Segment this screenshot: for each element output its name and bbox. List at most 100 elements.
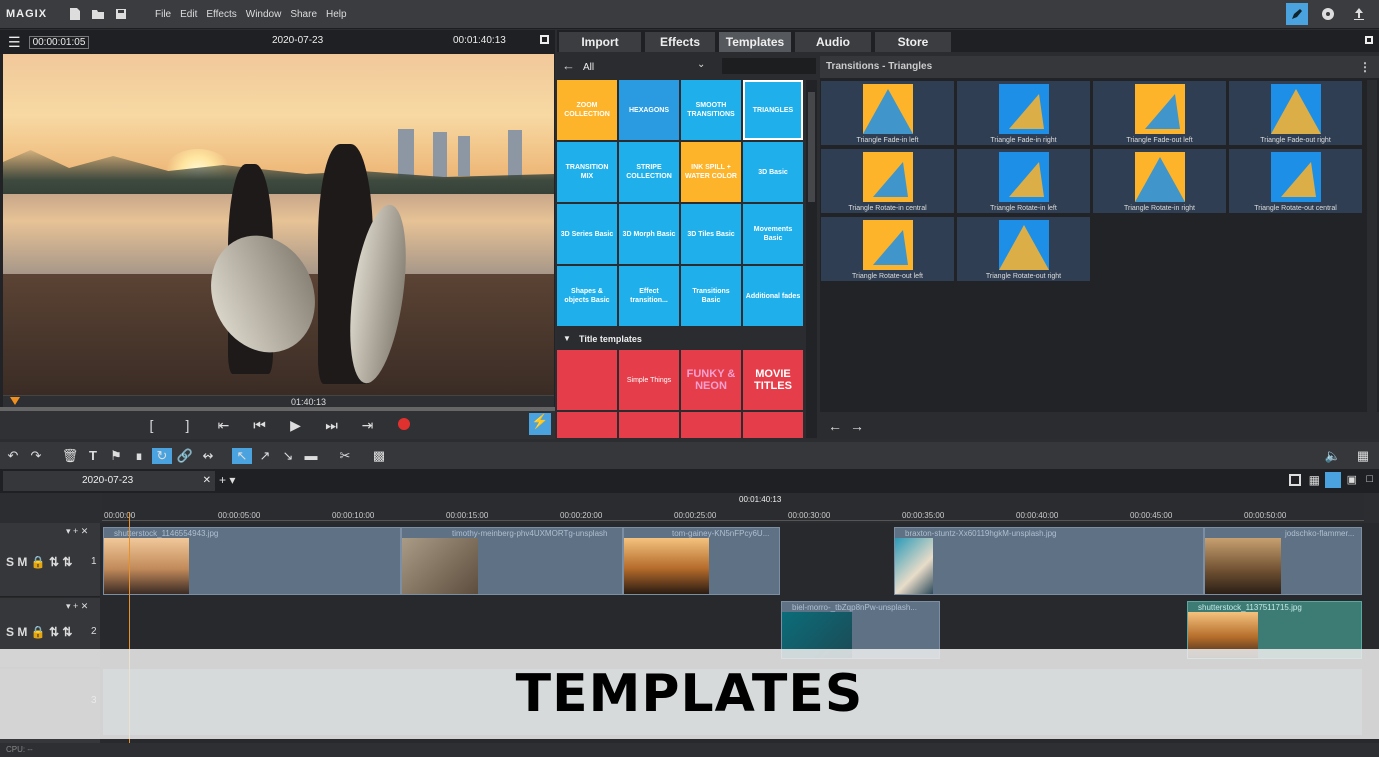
transition-thumb[interactable]: Triangle Rotate-in left xyxy=(957,149,1090,213)
tile-funky-neon[interactable]: FUNKY & NEON xyxy=(681,350,741,410)
close-tab-icon[interactable]: ✕ xyxy=(203,471,211,491)
nav-forward-icon[interactable]: → xyxy=(850,418,864,434)
tile-3d-morph-basic[interactable]: 3D Morph Basic xyxy=(619,204,679,264)
tile-title-5[interactable] xyxy=(557,412,617,438)
transition-thumb[interactable]: Triangle Rotate-out left xyxy=(821,217,954,281)
transition-thumb[interactable]: Triangle Rotate-out right xyxy=(957,217,1090,281)
next-frame-button[interactable]: ⏭ xyxy=(322,417,342,434)
menu-help[interactable]: Help xyxy=(326,9,347,20)
chevron-down-icon[interactable]: ⌄ xyxy=(697,59,705,70)
track-solo-mute-2[interactable]: S M 🔒 ⇅ ⇅ xyxy=(6,625,72,639)
mark-in-button[interactable]: [ xyxy=(142,417,162,433)
tile-3d-series-basic[interactable]: 3D Series Basic xyxy=(557,204,617,264)
layout-grid-icon[interactable]: ▦ xyxy=(1309,473,1320,487)
transition-thumb[interactable]: Triangle Rotate-out central xyxy=(1229,149,1362,213)
multi-select-icon[interactable]: ↗ xyxy=(255,448,275,464)
transition-thumb[interactable]: Triangle Fade-out left xyxy=(1093,81,1226,145)
clip-timothy-meinberg[interactable]: timothy-meinberg-phv4UXMORTg-unsplash xyxy=(401,527,623,595)
delete-icon[interactable]: 🗑 xyxy=(60,448,80,464)
tile-smooth-transitions[interactable]: SMOOTH TRANSITIONS xyxy=(681,80,741,140)
marker-flag-icon[interactable]: ⚑ xyxy=(106,448,126,464)
mixer-icon[interactable]: ▦ xyxy=(1353,448,1373,464)
tab-import[interactable]: Import xyxy=(559,32,641,52)
thumbnail-scrollbar[interactable] xyxy=(1367,80,1377,412)
tile-triangles[interactable]: TRIANGLES xyxy=(743,80,803,140)
text-icon[interactable]: T xyxy=(83,448,103,463)
tile-3d-basic[interactable]: 3D Basic xyxy=(743,142,803,202)
tab-audio[interactable]: Audio xyxy=(795,32,871,52)
layout-storyboard-icon[interactable]: ▣ xyxy=(1347,473,1357,486)
clip-tom-gainey[interactable]: tom-gainey-KN5nFPcy6U... xyxy=(623,527,780,595)
add-tab-icon[interactable]: + ▾ xyxy=(219,473,235,487)
mark-out-button[interactable]: ] xyxy=(178,417,198,433)
split-icon[interactable]: ∎ xyxy=(129,448,149,464)
open-folder-icon[interactable] xyxy=(89,5,107,23)
tile-hexagons[interactable]: HEXAGONS xyxy=(619,80,679,140)
tile-title-8[interactable] xyxy=(743,412,803,438)
volume-icon[interactable]: 🔈 xyxy=(1323,448,1343,464)
menu-file[interactable]: File xyxy=(155,9,171,20)
jump-to-start-button[interactable]: ⇤ xyxy=(214,417,234,434)
track-controls-1[interactable]: ▾ + ✕ xyxy=(66,526,88,537)
transition-thumb[interactable]: Triangle Fade-out right xyxy=(1229,81,1362,145)
tile-title-7[interactable] xyxy=(681,412,741,438)
play-button[interactable]: ▶ xyxy=(286,417,306,434)
menu-effects[interactable]: Effects xyxy=(206,9,236,20)
position-marker[interactable] xyxy=(10,397,20,405)
maximize-pool-icon[interactable] xyxy=(1365,36,1373,44)
tile-title-6[interactable] xyxy=(619,412,679,438)
tile-additional-fades[interactable]: Additional fades xyxy=(743,266,803,326)
transition-thumb[interactable]: Triangle Rotate-in central xyxy=(821,149,954,213)
layout-extra-icon[interactable]: □ xyxy=(1366,473,1373,485)
tile-stripe-collection[interactable]: STRIPE COLLECTION xyxy=(619,142,679,202)
record-button[interactable] xyxy=(394,417,414,433)
back-arrow-icon[interactable]: ← xyxy=(562,58,575,73)
category-dropdown[interactable]: All xyxy=(583,62,713,73)
tile-simple-things[interactable]: Simple Things xyxy=(619,350,679,410)
menu-edit[interactable]: Edit xyxy=(180,9,197,20)
tab-templates[interactable]: Templates xyxy=(719,32,791,52)
tile-title-badge[interactable] xyxy=(557,350,617,410)
maximize-preview-icon[interactable] xyxy=(540,35,549,44)
link-icon[interactable]: 🔗 xyxy=(175,448,195,464)
clip-jodschko-flammer[interactable]: jodschko-flammer... xyxy=(1204,527,1362,595)
disc-icon[interactable] xyxy=(1317,3,1339,25)
tile-ink-spill[interactable]: INK SPILL + WATER COLOR xyxy=(681,142,741,202)
tile-movie-titles[interactable]: MOVIE TITLES xyxy=(743,350,803,410)
layout-timeline-icon[interactable] xyxy=(1325,472,1341,488)
pointer-tool-icon[interactable]: ↖ xyxy=(232,447,252,464)
layout-single-icon[interactable] xyxy=(1289,474,1301,486)
clip-braxton-stuntz[interactable]: braxton-stuntz-Xx60119hgkM-unsplash.jpg xyxy=(894,527,1204,595)
clip-shutterstock-1146554943[interactable]: shutterstock_1146554943.jpg xyxy=(103,527,401,595)
transition-thumb[interactable]: Triangle Fade-in left xyxy=(821,81,954,145)
lightning-effects-icon[interactable]: ⚡ xyxy=(529,413,551,435)
track-solo-mute-1[interactable]: S M 🔒 ⇅ ⇅ xyxy=(6,555,72,569)
tile-movements-basic[interactable]: Movements Basic xyxy=(743,204,803,264)
more-options-icon[interactable]: ⋮ xyxy=(1359,56,1371,78)
hamburger-menu-icon[interactable]: ☰ xyxy=(8,34,21,51)
save-icon[interactable] xyxy=(112,5,130,23)
undo-icon[interactable]: ↶ xyxy=(3,448,23,464)
search-input[interactable] xyxy=(722,58,816,74)
menu-window[interactable]: Window xyxy=(246,9,282,20)
range-select-icon[interactable]: ↘ xyxy=(278,448,298,464)
tab-effects[interactable]: Effects xyxy=(645,32,715,52)
section-title-templates[interactable]: ▼ Title templates xyxy=(557,330,805,348)
tile-shapes-objects-basic[interactable]: Shapes & objects Basic xyxy=(557,266,617,326)
arrangement-tab[interactable]: 2020-07-23 ✕ xyxy=(3,471,215,491)
tile-effect-transition[interactable]: Effect transition... xyxy=(619,266,679,326)
scissors-icon[interactable]: ✂ xyxy=(335,448,355,464)
export-upload-icon[interactable] xyxy=(1348,3,1370,25)
tab-store[interactable]: Store xyxy=(875,32,951,52)
menu-share[interactable]: Share xyxy=(290,9,317,20)
pen-tool-icon[interactable] xyxy=(1286,3,1308,25)
new-file-icon[interactable] xyxy=(66,5,84,23)
nav-back-icon[interactable]: ← xyxy=(828,418,842,434)
loop-icon[interactable]: ↻ xyxy=(152,447,172,464)
template-scrollbar[interactable] xyxy=(806,80,817,438)
transition-thumb[interactable]: Triangle Fade-in right xyxy=(957,81,1090,145)
timeline-ruler[interactable]: 00:01:40:13 00:00:00 00:00:05:00 00:00:10:… xyxy=(102,493,1364,523)
tile-transition-mix[interactable]: TRANSITION MIX xyxy=(557,142,617,202)
redo-icon[interactable]: ↷ xyxy=(26,448,46,464)
trim-tool-icon[interactable]: ▬ xyxy=(301,448,321,463)
